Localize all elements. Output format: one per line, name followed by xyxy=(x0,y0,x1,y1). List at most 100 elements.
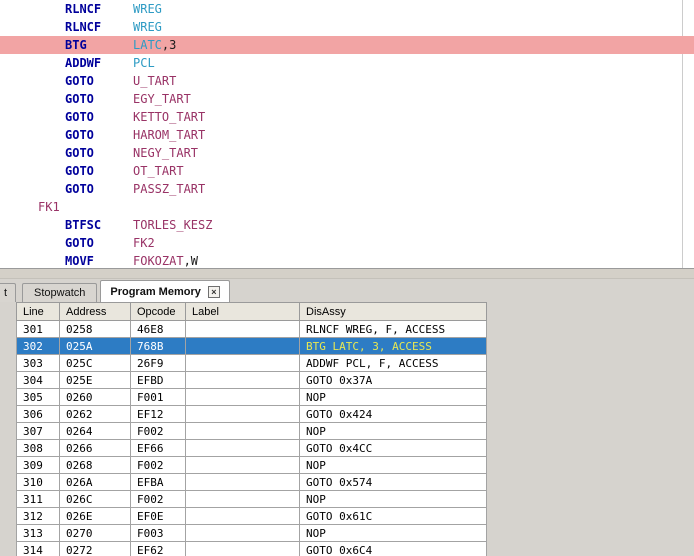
cell-address: 0260 xyxy=(59,388,131,406)
cell-line: 309 xyxy=(16,456,60,474)
code-line[interactable]: GOTO KETTO_TART xyxy=(0,108,694,126)
code-opcode: RLNCF xyxy=(65,20,102,34)
cell-line: 302 xyxy=(16,337,60,355)
cell-disassy: GOTO 0x37A xyxy=(299,371,487,389)
code-line[interactable]: FK1 xyxy=(0,198,694,216)
code-editor[interactable]: RLNCF WREG RLNCF WREG BTG LATC,3 ADDWF PCL GOTO U… xyxy=(0,0,694,269)
code-line[interactable]: RLNCF WREG xyxy=(0,0,694,18)
memory-row[interactable]: 301 0258 46E8 RLNCF WREG, F, ACCESS xyxy=(16,320,487,338)
code-opcode: GOTO xyxy=(65,74,94,88)
cell-opcode: F002 xyxy=(130,422,186,440)
code-opcode: GOTO xyxy=(65,236,94,250)
operand-main: FK2 xyxy=(133,236,155,250)
code-opcode: GOTO xyxy=(65,146,94,160)
cell-label xyxy=(185,337,300,355)
cell-disassy: GOTO 0x574 xyxy=(299,473,487,491)
tab-label: Program Memory xyxy=(110,285,201,298)
code-operand: WREG xyxy=(133,18,162,36)
memory-row[interactable]: 312 026E EF0E GOTO 0x61C xyxy=(16,507,487,525)
code-line[interactable]: GOTO EGY_TART xyxy=(0,90,694,108)
code-line[interactable]: GOTO OT_TART xyxy=(0,162,694,180)
code-line[interactable]: GOTO FK2 xyxy=(0,234,694,252)
operand-main: EGY_TART xyxy=(133,92,191,106)
close-tab-icon[interactable]: × xyxy=(207,285,220,298)
memory-row[interactable]: 305 0260 F001 NOP xyxy=(16,388,487,406)
cell-disassy: GOTO 0x6C4 xyxy=(299,541,487,556)
code-opcode: RLNCF xyxy=(65,2,102,16)
code-operand: U_TART xyxy=(133,72,176,90)
code-line[interactable]: MOVF FOKOZAT,W xyxy=(0,252,694,268)
cell-line: 307 xyxy=(16,422,60,440)
memory-row[interactable]: 313 0270 F003 NOP xyxy=(16,524,487,542)
cell-opcode: F003 xyxy=(130,524,186,542)
cell-disassy: NOP xyxy=(299,388,487,406)
cell-line: 305 xyxy=(16,388,60,406)
operand-main: WREG xyxy=(133,2,162,16)
column-header-line[interactable]: Line xyxy=(16,302,60,321)
cell-disassy: GOTO 0x4CC xyxy=(299,439,487,457)
column-header-address[interactable]: Address xyxy=(59,302,131,321)
tab-program-memory[interactable]: Program Memory × xyxy=(100,280,230,302)
tab-partial[interactable]: t xyxy=(0,283,16,302)
code-operand: EGY_TART xyxy=(133,90,191,108)
code-operand: NEGY_TART xyxy=(133,144,198,162)
tab-stopwatch[interactable]: Stopwatch xyxy=(22,283,98,302)
memory-row[interactable]: 311 026C F002 NOP xyxy=(16,490,487,508)
program-memory-table: Line Address Opcode Label DisAssy 301 0258 46E… xyxy=(16,302,487,556)
memory-row[interactable]: 307 0264 F002 NOP xyxy=(16,422,487,440)
code-operand: KETTO_TART xyxy=(133,108,205,126)
memory-row[interactable]: 310 026A EFBA GOTO 0x574 xyxy=(16,473,487,491)
code-line[interactable]: GOTO NEGY_TART xyxy=(0,144,694,162)
code-line-current[interactable]: BTG LATC,3 xyxy=(0,36,694,54)
program-memory-panel: Line Address Opcode Label DisAssy 301 0258 46E… xyxy=(16,302,487,556)
code-line[interactable]: RLNCF WREG xyxy=(0,18,694,36)
cell-label xyxy=(185,439,300,457)
code-opcode: MOVF xyxy=(65,254,94,268)
cell-disassy: GOTO 0x424 xyxy=(299,405,487,423)
cell-opcode: EF66 xyxy=(130,439,186,457)
code-operand: LATC,3 xyxy=(133,36,176,54)
cell-opcode: 46E8 xyxy=(130,320,186,338)
cell-address: 0272 xyxy=(59,541,131,556)
column-header-disassy[interactable]: DisAssy xyxy=(299,302,487,321)
cell-opcode: EF12 xyxy=(130,405,186,423)
code-line[interactable]: BTFSC TORLES_KESZ xyxy=(0,216,694,234)
code-line[interactable]: GOTO HAROM_TART xyxy=(0,126,694,144)
cell-address: 025E xyxy=(59,371,131,389)
memory-row[interactable]: 309 0268 F002 NOP xyxy=(16,456,487,474)
cell-disassy: BTG LATC, 3, ACCESS xyxy=(299,337,487,355)
cell-address: 0262 xyxy=(59,405,131,423)
column-header-label[interactable]: Label xyxy=(185,302,300,321)
code-operand: OT_TART xyxy=(133,162,184,180)
cell-address: 026C xyxy=(59,490,131,508)
code-operand: FOKOZAT,W xyxy=(133,252,198,268)
code-line[interactable]: ADDWF PCL xyxy=(0,54,694,72)
cell-address: 025C xyxy=(59,354,131,372)
cell-address: 0258 xyxy=(59,320,131,338)
cell-address: 026A xyxy=(59,473,131,491)
cell-label xyxy=(185,524,300,542)
memory-row[interactable]: 304 025E EFBD GOTO 0x37A xyxy=(16,371,487,389)
memory-row[interactable]: 306 0262 EF12 GOTO 0x424 xyxy=(16,405,487,423)
cell-label xyxy=(185,541,300,556)
memory-row[interactable]: 314 0272 EF62 GOTO 0x6C4 xyxy=(16,541,487,556)
column-header-opcode[interactable]: Opcode xyxy=(130,302,186,321)
operand-main: NEGY_TART xyxy=(133,146,199,160)
memory-row[interactable]: 308 0266 EF66 GOTO 0x4CC xyxy=(16,439,487,457)
cell-label xyxy=(185,371,300,389)
memory-row-selected[interactable]: 302 025A 768B BTG LATC, 3, ACCESS xyxy=(16,337,487,355)
code-opcode: ADDWF xyxy=(65,56,102,70)
splitter-handle[interactable] xyxy=(0,269,694,279)
code-line[interactable]: GOTO U_TART xyxy=(0,72,694,90)
cell-line: 306 xyxy=(16,405,60,423)
cell-disassy: RLNCF WREG, F, ACCESS xyxy=(299,320,487,338)
cell-label xyxy=(185,473,300,491)
code-opcode: BTG xyxy=(65,38,87,52)
cell-address: 0268 xyxy=(59,456,131,474)
code-opcode: GOTO xyxy=(65,182,94,196)
memory-row[interactable]: 303 025C 26F9 ADDWF PCL, F, ACCESS xyxy=(16,354,487,372)
cell-label xyxy=(185,320,300,338)
code-line[interactable]: GOTO PASSZ_TART xyxy=(0,180,694,198)
cell-opcode: F002 xyxy=(130,490,186,508)
cell-disassy: NOP xyxy=(299,524,487,542)
